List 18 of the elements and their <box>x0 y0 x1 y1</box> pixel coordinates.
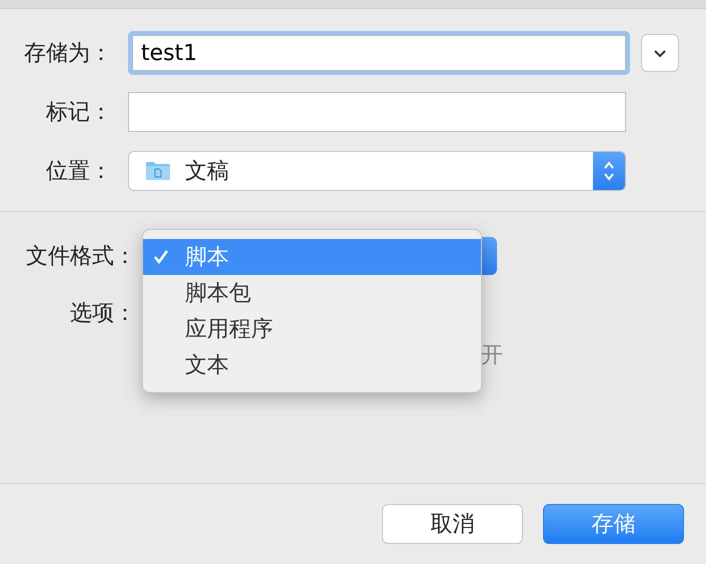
expand-button[interactable] <box>641 34 679 72</box>
cancel-button[interactable]: 取消 <box>382 504 523 544</box>
field-label: 位置： <box>45 158 113 186</box>
field-label: 选项： <box>69 300 136 328</box>
location-popup[interactable]: 文稿 <box>128 151 626 191</box>
menu-item[interactable]: 应用程序 <box>143 311 481 347</box>
field-label: 文件格式： <box>25 243 136 271</box>
filename-field[interactable]: test1 <box>132 35 626 71</box>
field-label: 存储为： <box>23 40 113 68</box>
chevron-down-icon <box>653 48 667 58</box>
folder-icon <box>145 161 171 181</box>
option-text: 开 <box>481 342 503 370</box>
checkmark-icon <box>153 249 169 265</box>
menu-item[interactable]: 文本 <box>143 347 481 383</box>
menu-item[interactable]: 脚本包 <box>143 275 481 311</box>
up-down-arrows-icon <box>602 159 616 183</box>
tags-field[interactable] <box>128 92 626 132</box>
field-label: 标记： <box>45 99 113 127</box>
